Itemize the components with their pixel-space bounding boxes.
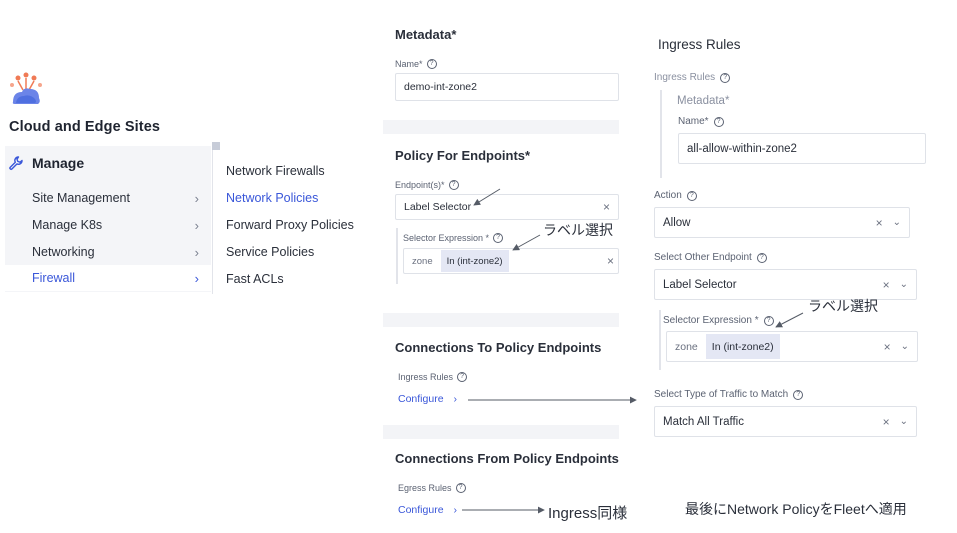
arrow-to-right-selector bbox=[775, 312, 804, 328]
annotation-arrows bbox=[462, 188, 804, 514]
arrow-to-endpoints bbox=[473, 188, 501, 206]
arrow-to-selector bbox=[512, 234, 541, 251]
